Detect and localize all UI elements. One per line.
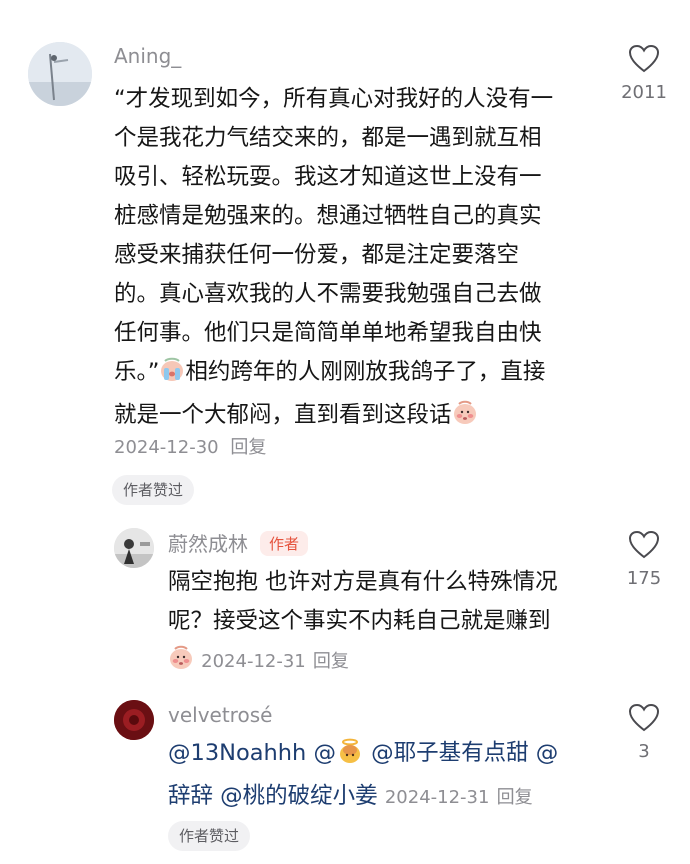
username-text[interactable]: 蔚然成林 <box>168 532 248 556</box>
comment-line: @13Noahhh @ @耶子基有点甜 @ <box>168 734 558 777</box>
comment-line: 隔空抱抱 也许对方是真有什么特殊情况 <box>168 569 558 595</box>
comment-line: 任何事。他们只是简简单单地希望我自由快 <box>114 320 542 346</box>
comment-line: 乐。” 相约跨年的人刚刚放我鸽子了，直接 <box>114 353 553 396</box>
mention-link[interactable]: @桃的破绽小姜 <box>220 783 378 809</box>
comment-date: 2024-12-31 <box>384 787 490 808</box>
crying-emoji-icon <box>159 357 185 396</box>
mention-at[interactable]: @ <box>536 740 559 766</box>
mention-link[interactable]: @13Noahhh <box>168 740 306 766</box>
like-count: 175 <box>626 568 662 589</box>
username[interactable]: velvetrosé <box>168 703 272 727</box>
angel-emoji-icon <box>336 738 364 777</box>
reply-button[interactable]: 回复 <box>497 787 533 808</box>
comment-line: 2024-12-31 回复 <box>168 641 558 684</box>
comment-line: 的。真心喜欢我的人不需要我勉强自己去做 <box>114 281 542 307</box>
heart-icon[interactable] <box>628 530 660 560</box>
mention-link[interactable]: @耶子基有点甜 <box>371 740 529 766</box>
mention-link[interactable]: @ <box>313 738 364 766</box>
mention-link[interactable]: 辞辞 <box>168 783 213 809</box>
liked-by-author-chip: 作者赞过 <box>168 821 251 851</box>
avatar-image <box>114 700 154 740</box>
comment-line: “才发现到如今，所有真心对我好的人没有一 <box>114 86 554 112</box>
comment-text: 相约跨年的人刚刚放我鸽子了，直接 <box>185 359 546 385</box>
avatar[interactable] <box>114 700 154 740</box>
avatar[interactable] <box>28 42 92 106</box>
comment-date: 2024-12-30 <box>114 437 219 458</box>
comment-line: 呢？接受这个事实不内耗自己就是赚到 <box>168 608 551 634</box>
like-column: 2011 <box>604 44 684 103</box>
reply-button[interactable]: 回复 <box>230 437 266 458</box>
liked-by-author-chip: 作者赞过 <box>112 475 195 505</box>
mention-at: @ <box>313 740 336 766</box>
like-count: 2011 <box>621 82 667 103</box>
comment-line: 辞辞 @桃的破绽小姜 2024-12-31 回复 <box>168 777 558 817</box>
like-column: 175 <box>604 530 684 589</box>
heart-icon[interactable] <box>628 703 660 733</box>
reply-button[interactable]: 回复 <box>313 651 349 672</box>
reply-author: 蔚然成林 作者 175 隔空抱抱 也许对方是真有什么特殊情况 呢？接受这个事实不内… <box>0 510 690 690</box>
comment-line: 吸引、轻松玩耍。我这才知道这世上没有一 <box>114 164 542 190</box>
avatar-image <box>28 42 92 106</box>
blushing-emoji-icon <box>452 400 478 439</box>
comment-line: 桩感情是勉强来的。想通过牺牲自己的真实 <box>114 203 542 229</box>
avatar[interactable] <box>114 528 154 568</box>
reply-velvetrose: velvetrosé 3 @13Noahhh @ @耶子基有点甜 @ 辞辞 @桃… <box>0 690 690 864</box>
comment-date: 2024-12-31 <box>201 651 306 672</box>
comment-text: 乐。” <box>114 359 160 385</box>
comment-aning: Aning_ 2011 “才发现到如今，所有真心对我好的人没有一 个是我花力气结… <box>0 0 690 510</box>
heart-icon[interactable] <box>628 44 660 74</box>
blushing-emoji-icon <box>168 645 194 684</box>
comment-line: 感受来捕获任何一份爱，都是注定要落空 <box>114 242 520 268</box>
like-count: 3 <box>638 741 650 762</box>
avatar-image <box>114 528 154 568</box>
comment-body: 隔空抱抱 也许对方是真有什么特殊情况 呢？接受这个事实不内耗自己就是赚到 202… <box>168 563 558 684</box>
username[interactable]: Aning_ <box>114 44 181 68</box>
like-column: 3 <box>604 703 684 762</box>
username: 蔚然成林 作者 <box>168 528 309 557</box>
comment-body: @13Noahhh @ @耶子基有点甜 @ 辞辞 @桃的破绽小姜 2024-12… <box>168 734 558 817</box>
comment-body: “才发现到如今，所有真心对我好的人没有一 个是我花力气结交来的，都是一遇到就互相… <box>114 80 553 439</box>
author-badge: 作者 <box>260 531 309 556</box>
comment-meta: 2024-12-30 回复 <box>114 433 266 459</box>
comment-line: 个是我花力气结交来的，都是一遇到就互相 <box>114 125 542 151</box>
comment-text: 就是一个大郁闷，直到看到这段话 <box>114 402 452 428</box>
